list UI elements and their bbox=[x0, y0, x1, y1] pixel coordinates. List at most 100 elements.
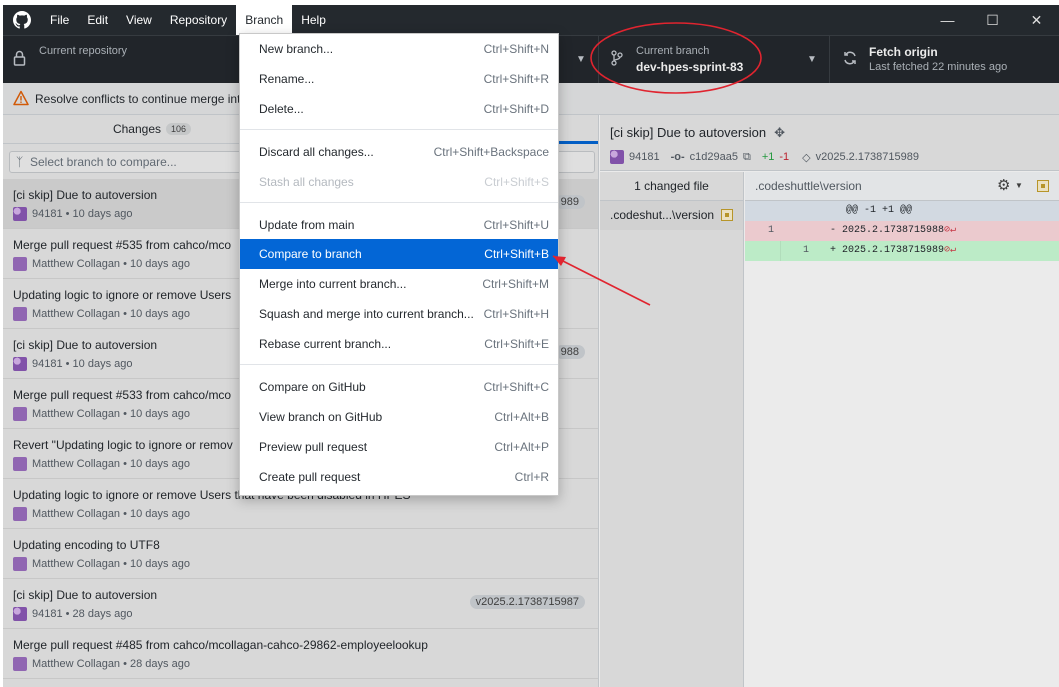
menu-help[interactable]: Help bbox=[292, 5, 335, 35]
diff-header: .codeshuttle\version ⚙ ▼ bbox=[745, 172, 1059, 201]
commit-meta-text: Matthew Collagan • 10 days ago bbox=[32, 258, 190, 270]
commit-meta-text: Matthew Collagan • 10 days ago bbox=[32, 558, 190, 570]
chevron-down-icon[interactable]: ▼ bbox=[1015, 172, 1023, 200]
tab-changes-label: Changes bbox=[112, 122, 161, 136]
branch-menu: New branch... Ctrl+Shift+N Rename... Ctrl+… bbox=[239, 33, 559, 496]
fetch-origin-button[interactable]: Fetch origin Last fetched 22 minutes ago bbox=[831, 36, 1059, 84]
menu-item-label: Update from main bbox=[259, 218, 355, 232]
banner-text: Resolve conflicts to continue merge int bbox=[35, 92, 241, 106]
menu-item-shortcut: Ctrl+Shift+R bbox=[483, 72, 549, 86]
avatar bbox=[13, 457, 27, 471]
gear-icon[interactable]: ⚙ bbox=[997, 172, 1010, 200]
commit-row[interactable]: Updating encoding to UTF8 Matthew Collag… bbox=[3, 529, 598, 579]
menu-repository[interactable]: Repository bbox=[161, 5, 236, 35]
last-fetched-text: Last fetched 22 minutes ago bbox=[869, 61, 1008, 73]
commit-meta-text: 94181 • 10 days ago bbox=[32, 208, 133, 220]
menu-item-delete[interactable]: Delete... Ctrl+Shift+D bbox=[240, 94, 558, 124]
old-line-number: 1 bbox=[767, 225, 774, 236]
menu-item-label: Compare to branch bbox=[259, 247, 362, 261]
commit-sha-icon: -o- bbox=[670, 151, 685, 163]
commit-meta: Matthew Collagan • 10 days ago bbox=[13, 307, 190, 321]
minimize-icon[interactable]: — bbox=[925, 5, 970, 35]
avatar bbox=[610, 150, 624, 164]
current-branch-name: dev-hpes-sprint-83 bbox=[636, 60, 744, 74]
menu-item-merge-into-current-branch[interactable]: Merge into current branch... Ctrl+Shift+M bbox=[240, 269, 558, 299]
diff-view[interactable]: @@ -1 +1 @@ 1 - 2025.2.1738715988⊘↵ 1 + … bbox=[745, 201, 1059, 261]
diff-line-added: 1 + 2025.2.1738715989⊘↵ bbox=[745, 241, 1059, 261]
no-newline-icon: ⊘↵ bbox=[944, 245, 957, 256]
no-newline-icon: ⊘↵ bbox=[944, 225, 957, 236]
commit-meta-text: Matthew Collagan • 10 days ago bbox=[32, 408, 190, 420]
tab-active-indicator bbox=[558, 141, 598, 144]
commit-meta: Matthew Collagan • 10 days ago bbox=[13, 557, 190, 571]
menu-item-rebase-current-branch[interactable]: Rebase current branch... Ctrl+Shift+E bbox=[240, 329, 558, 359]
commit-meta: Matthew Collagan • 10 days ago bbox=[13, 407, 190, 421]
copy-icon[interactable]: ⧉ bbox=[743, 151, 751, 164]
menu-item-shortcut: Ctrl+Shift+M bbox=[482, 277, 549, 291]
menu-item-shortcut: Ctrl+Shift+S bbox=[484, 175, 549, 189]
menu-item-compare-on-github[interactable]: Compare on GitHub Ctrl+Shift+C bbox=[240, 372, 558, 402]
commit-header: [ci skip] Due to autoversion ✥ 94181 -o- … bbox=[600, 115, 1059, 171]
avatar bbox=[13, 557, 27, 571]
commit-title: Revert "Updating logic to ignore or remo… bbox=[13, 438, 233, 452]
new-line-number: 1 bbox=[780, 241, 815, 261]
menu-separator bbox=[240, 202, 558, 203]
diff-line-deleted: 1 - 2025.2.1738715988⊘↵ bbox=[745, 221, 1059, 241]
menu-item-label: Squash and merge into current branch... bbox=[259, 307, 474, 321]
commit-meta: 94181 • 10 days ago bbox=[13, 357, 133, 371]
menu-item-shortcut: Ctrl+Shift+Backspace bbox=[433, 145, 549, 159]
commit-row[interactable]: Merge pull request #485 from cahco/mcoll… bbox=[3, 629, 598, 679]
commit-meta: Matthew Collagan • 10 days ago bbox=[13, 507, 190, 521]
commit-title: Merge pull request #485 from cahco/mcoll… bbox=[13, 638, 428, 652]
menu-item-squash-and-merge[interactable]: Squash and merge into current branch... C… bbox=[240, 299, 558, 329]
menu-item-shortcut: Ctrl+Shift+C bbox=[483, 380, 549, 394]
tag-icon: ◇ bbox=[802, 151, 811, 164]
avatar bbox=[13, 207, 27, 221]
menu-item-rename[interactable]: Rename... Ctrl+Shift+R bbox=[240, 64, 558, 94]
menu-item-shortcut: Ctrl+Shift+U bbox=[483, 218, 549, 232]
commit-meta-text: Matthew Collagan • 10 days ago bbox=[32, 308, 190, 320]
commit-meta-text: 94181 • 28 days ago bbox=[32, 608, 133, 620]
menu-item-discard-all-changes[interactable]: Discard all changes... Ctrl+Shift+Backspa… bbox=[240, 137, 558, 167]
commit-sha: c1d29aa5 bbox=[689, 151, 738, 163]
changed-file-item[interactable]: .codeshut...\version bbox=[600, 201, 744, 230]
current-branch-label: Current branch bbox=[636, 45, 710, 57]
diff-hunk-header: @@ -1 +1 @@ bbox=[745, 201, 1059, 221]
avatar bbox=[13, 357, 27, 371]
current-branch-button[interactable]: Current branch dev-hpes-sprint-83 ▼ bbox=[600, 36, 830, 84]
maximize-icon[interactable]: ☐ bbox=[970, 5, 1015, 35]
avatar bbox=[13, 607, 27, 621]
commit-tag: v2025.2.1738715989 bbox=[815, 151, 920, 163]
menu-view[interactable]: View bbox=[117, 5, 161, 35]
menu-item-update-from-main[interactable]: Update from main Ctrl+Shift+U bbox=[240, 210, 558, 240]
commit-title: Merge pull request #533 from cahco/mco bbox=[13, 388, 232, 402]
menu-item-compare-to-branch[interactable]: Compare to branch Ctrl+Shift+B bbox=[240, 239, 558, 269]
commit-detail-title: [ci skip] Due to autoversion ✥ bbox=[610, 125, 785, 141]
commit-meta: 94181 • 28 days ago bbox=[13, 607, 133, 621]
menu-separator bbox=[240, 129, 558, 130]
menu-item-label: View branch on GitHub bbox=[259, 410, 383, 424]
menu-item-view-branch-on-github[interactable]: View branch on GitHub Ctrl+Alt+B bbox=[240, 402, 558, 432]
close-icon[interactable]: ✕ bbox=[1014, 5, 1059, 35]
diff-code-text: + 2025.2.1738715989 bbox=[830, 245, 945, 256]
menu-file[interactable]: File bbox=[41, 5, 78, 35]
modified-icon bbox=[1037, 180, 1049, 192]
menu-item-shortcut: Ctrl+Shift+E bbox=[484, 337, 549, 351]
commit-title: Updating logic to ignore or remove Users bbox=[13, 288, 232, 302]
current-repository-label: Current repository bbox=[39, 45, 128, 57]
commit-row[interactable]: [ci skip] Due to autoversion 94181 • 28 … bbox=[3, 579, 598, 629]
commit-meta: Matthew Collagan • 28 days ago bbox=[13, 657, 190, 671]
expand-icon[interactable]: ✥ bbox=[774, 125, 785, 140]
commit-meta: Matthew Collagan • 10 days ago bbox=[13, 257, 190, 271]
menu-item-preview-pull-request[interactable]: Preview pull request Ctrl+Alt+P bbox=[240, 432, 558, 462]
menu-edit[interactable]: Edit bbox=[78, 5, 117, 35]
commit-author: 94181 bbox=[629, 151, 660, 163]
menu-branch[interactable]: Branch bbox=[236, 5, 293, 35]
menu-item-create-pull-request[interactable]: Create pull request Ctrl+R bbox=[240, 462, 558, 492]
menu-item-new-branch[interactable]: New branch... Ctrl+Shift+N bbox=[240, 34, 558, 64]
tag-badge: 989 bbox=[554, 195, 585, 209]
menu-item-shortcut: Ctrl+Alt+B bbox=[494, 410, 549, 424]
commit-title: Updating encoding to UTF8 bbox=[13, 538, 160, 552]
modified-icon bbox=[721, 209, 733, 221]
title-bar: File Edit View Repository Branch Help — … bbox=[3, 5, 1059, 35]
